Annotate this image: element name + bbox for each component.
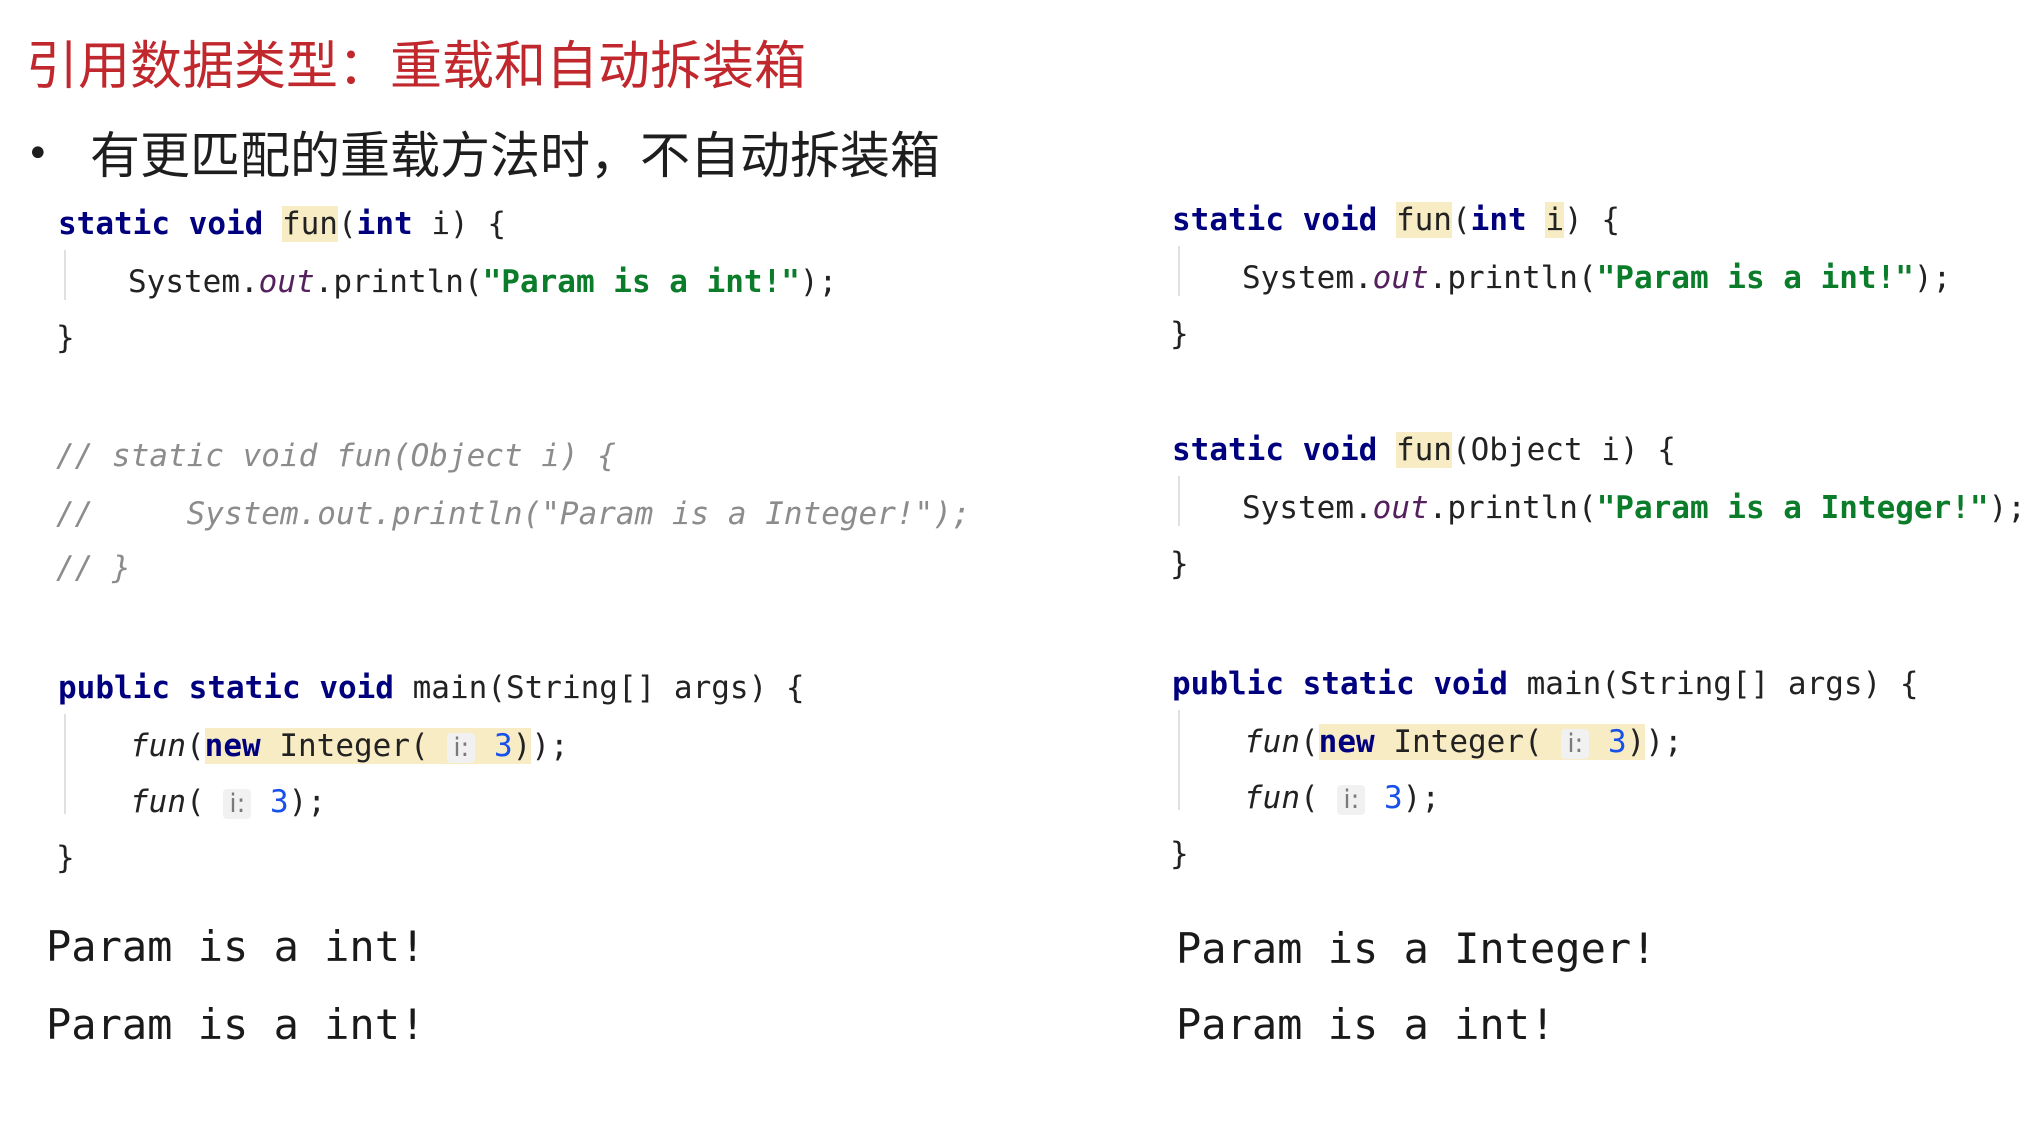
right-output-line-2: Param is a int! <box>1176 1000 1556 1049</box>
indent-guide <box>1178 476 1180 526</box>
indent-guide <box>64 714 66 814</box>
right-output-line-1: Param is a Integer! <box>1176 924 1657 973</box>
bullet-point: • 有更匹配的重载方法时，不自动拆装箱 <box>26 116 940 188</box>
bullet-text: 有更匹配的重载方法时，不自动拆装箱 <box>90 127 940 185</box>
bullet-marker: • <box>26 131 50 177</box>
slide-title: 引用数据类型：重载和自动拆装箱 <box>26 37 807 97</box>
right-close-brace-2: } <box>1170 546 1189 582</box>
right-call-integer: fun(new Integer( i: 3)); <box>1244 724 1683 760</box>
param-hint: i: <box>1337 785 1366 815</box>
indent-guide <box>64 250 66 300</box>
left-call-int: fun( i: 3); <box>130 784 326 820</box>
left-comment-line-3: // } <box>56 550 131 586</box>
right-println-integer: System.out.println("Param is a Integer!"… <box>1242 490 2026 526</box>
left-main-signature: public static void main(String[] args) { <box>58 670 805 706</box>
left-println-int: System.out.println("Param is a int!"); <box>128 264 838 300</box>
param-hint: i: <box>223 789 252 819</box>
left-output-line-2: Param is a int! <box>46 1000 426 1049</box>
param-hint: i: <box>1561 729 1590 759</box>
indent-guide <box>1178 710 1180 810</box>
right-close-brace-1: } <box>1170 316 1189 352</box>
right-println-int: System.out.println("Param is a int!"); <box>1242 260 1952 296</box>
left-output-line-1: Param is a int! <box>46 922 426 971</box>
right-main-signature: public static void main(String[] args) { <box>1172 666 1919 702</box>
left-comment-line-1: // static void fun(Object i) { <box>56 438 616 474</box>
right-fun-object-signature: static void fun(Object i) { <box>1172 432 1676 468</box>
indent-guide <box>1178 246 1180 296</box>
left-comment-line-2: // System.out.println("Param is a Intege… <box>56 496 971 532</box>
left-close-brace-2: } <box>56 840 75 876</box>
right-fun-int-signature: static void fun(int i) { <box>1172 202 1620 238</box>
param-hint: i: <box>447 733 476 763</box>
left-call-integer: fun(new Integer( i: 3)); <box>130 728 569 764</box>
left-fun-int-signature: static void fun(int i) { <box>58 206 506 242</box>
left-close-brace-1: } <box>56 320 75 356</box>
right-close-brace-3: } <box>1170 836 1189 872</box>
right-call-int: fun( i: 3); <box>1244 780 1440 816</box>
